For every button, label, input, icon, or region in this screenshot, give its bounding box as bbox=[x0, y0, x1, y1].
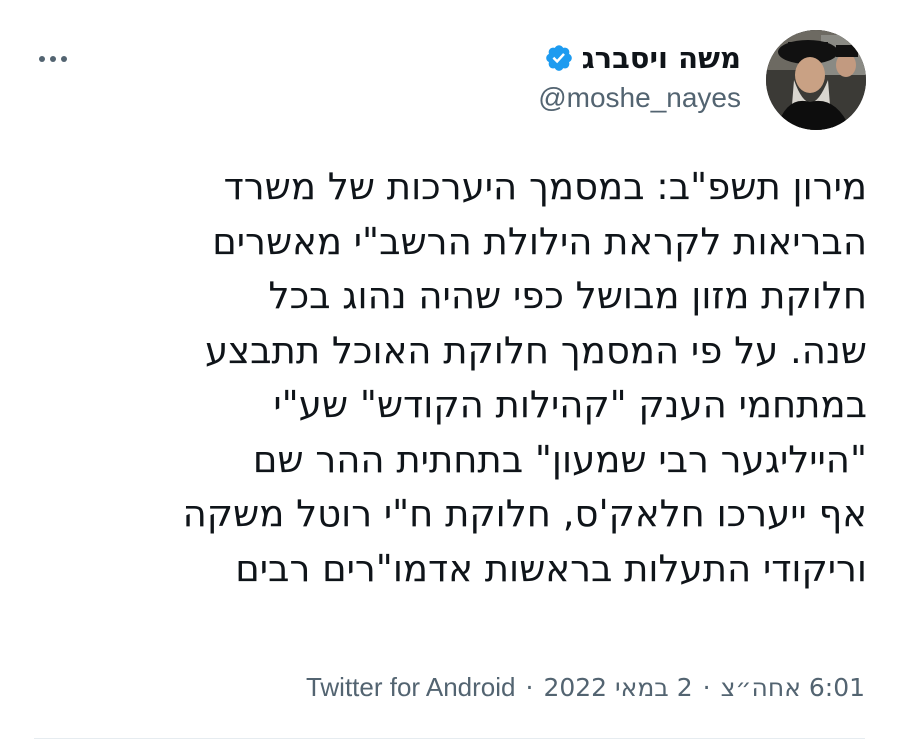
author-handle[interactable]: @moshe_nayes bbox=[538, 82, 741, 114]
tweet-time[interactable]: 6:01 אחה״צ bbox=[721, 673, 865, 702]
tweet-meta: 6:01 אחה״צ · 2 במאי 2022 · Twitter for A… bbox=[306, 667, 865, 707]
author-name-row: משה ויסברג bbox=[544, 40, 741, 76]
divider bbox=[34, 738, 865, 739]
tweet-card: משה ויסברג @moshe_nayes מירון תשפ"ב: במס… bbox=[0, 0, 899, 747]
tweet-text: מירון תשפ"ב: במסמך היערכות של משרד הבריא… bbox=[182, 165, 867, 590]
profile-photo-icon bbox=[766, 30, 866, 130]
verified-badge-icon bbox=[544, 43, 574, 73]
avatar[interactable] bbox=[766, 30, 866, 130]
more-horizontal-icon[interactable] bbox=[36, 42, 70, 76]
meta-separator: · bbox=[702, 672, 711, 702]
meta-separator: · bbox=[525, 672, 534, 702]
author-display-name[interactable]: משה ויסברג bbox=[582, 41, 741, 75]
tweet-date[interactable]: 2 במאי 2022 bbox=[543, 673, 692, 702]
tweet-source-link[interactable]: Twitter for Android bbox=[306, 672, 516, 703]
